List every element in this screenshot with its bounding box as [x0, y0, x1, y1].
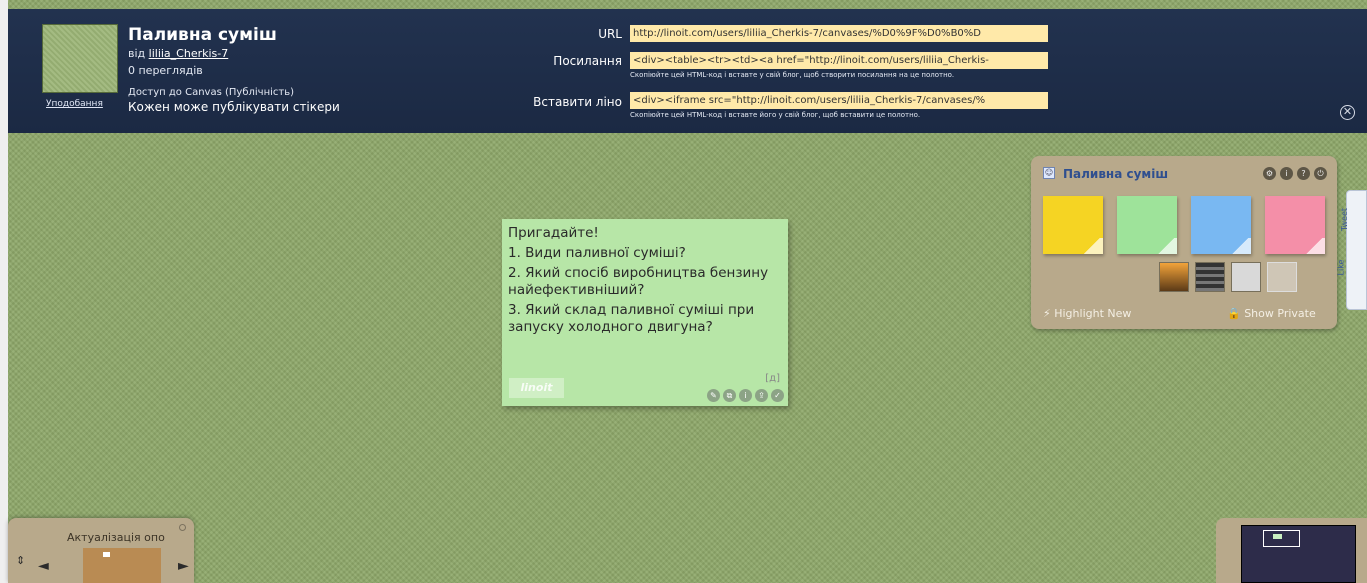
link-code-field[interactable]: <div><table><tr><td><a href="http://lino… [630, 52, 1048, 69]
sticky-mark: [д] [765, 373, 780, 384]
info-icon[interactable]: i [739, 389, 752, 402]
window-edge [0, 0, 8, 583]
minimap[interactable] [1241, 525, 1356, 583]
linoit-logo-icon: linoit [509, 378, 564, 398]
canvas-info-header: Уподобання Паливна суміш від liliia_Cher… [8, 9, 1367, 133]
nav-toggle-icon[interactable] [179, 524, 186, 531]
canvas-title: Паливна суміш [128, 25, 277, 45]
post-permission: Кожен може публікувати стікери [128, 100, 340, 114]
green-sticky-swatch[interactable] [1117, 196, 1177, 254]
private-label: Show Private [1244, 307, 1316, 320]
highlight-label: Highlight New [1054, 307, 1132, 320]
minimap-panel [1216, 518, 1367, 583]
sticky-line: 3. Який склад паливної суміші при запуск… [508, 302, 755, 335]
info-icon[interactable]: i [1280, 167, 1293, 180]
sticky-note[interactable]: Пригадайте! 1. Види паливної суміші? 2. … [502, 219, 788, 406]
nav-title: Актуалізація опо [67, 531, 165, 544]
right-arrow-icon[interactable]: ► [178, 558, 189, 574]
blue-sticky-swatch[interactable] [1191, 196, 1251, 254]
canvas-logo-icon: ☺ [1043, 167, 1055, 179]
url-field[interactable]: http://linoit.com/users/liliia_Cherkis-7… [630, 25, 1048, 42]
canvas-thumbnail[interactable] [42, 24, 118, 93]
sticky-line: Пригадайте! [508, 225, 599, 241]
embed-hint: Скопіюйте цей HTML-код і вставте його у … [630, 111, 921, 119]
like-label[interactable]: Like [1336, 260, 1345, 276]
check-icon[interactable]: ✓ [771, 389, 784, 402]
blank-sticky-icon[interactable] [1267, 262, 1297, 292]
power-icon[interactable]: ⏻ [1314, 167, 1327, 180]
tweet-label[interactable]: Tweet [1340, 208, 1349, 231]
palette-controls: ⚙ i ? ⏻ [1263, 167, 1327, 180]
embed-label: Вставити ліно [533, 95, 622, 109]
edit-icon[interactable]: ✎ [707, 389, 720, 402]
attachment-icon[interactable] [1231, 262, 1261, 292]
nav-canvas-thumb[interactable] [83, 548, 161, 583]
url-label: URL [598, 27, 622, 41]
show-private-toggle[interactable]: 🔒 Show Private [1227, 307, 1316, 320]
yellow-sticky-swatch[interactable] [1043, 196, 1103, 254]
link-hint: Скопіюйте цей HTML-код і вставте у свій … [630, 71, 955, 79]
video-icon[interactable] [1195, 262, 1225, 292]
favorites-link[interactable]: Уподобання [46, 99, 103, 109]
help-icon[interactable]: ? [1297, 167, 1310, 180]
author-link[interactable]: liliia_Cherkis-7 [149, 47, 229, 60]
highlight-new-toggle[interactable]: ⚡ Highlight New [1043, 307, 1131, 320]
pink-sticky-swatch[interactable] [1265, 196, 1325, 254]
by-prefix: від [128, 47, 146, 60]
owner-line: від liliia_Cherkis-7 [128, 47, 228, 60]
sticky-palette: ☺ Паливна суміш ⚙ i ? ⏻ ⚡ Highlight New … [1031, 156, 1337, 329]
updown-icon[interactable]: ⇕ [16, 554, 25, 567]
canvas-navigator: Актуалізація опо ⇕ ◄ ► [8, 518, 194, 583]
copy-icon[interactable]: ⧉ [723, 389, 736, 402]
settings-icon[interactable]: ⚙ [1263, 167, 1276, 180]
palette-title[interactable]: Паливна суміш [1063, 167, 1168, 181]
close-icon[interactable]: ✕ [1340, 105, 1355, 120]
share-icon[interactable]: ⇪ [755, 389, 768, 402]
sticky-tools: ✎ ⧉ i ⇪ ✓ [707, 389, 784, 402]
access-label: Доступ до Canvas (Публічність) [128, 87, 295, 98]
left-arrow-icon[interactable]: ◄ [38, 558, 49, 574]
sticky-line: 1. Види паливної суміші? [508, 245, 686, 261]
link-label: Посилання [553, 54, 622, 68]
sticky-line: 2. Який спосіб виробництва бензину найеф… [508, 265, 769, 298]
social-side-tab[interactable]: Tweet Like [1336, 190, 1367, 310]
embed-code-field[interactable]: <div><iframe src="http://linoit.com/user… [630, 92, 1048, 109]
view-count: 0 переглядів [128, 64, 203, 77]
image-icon[interactable] [1159, 262, 1189, 292]
